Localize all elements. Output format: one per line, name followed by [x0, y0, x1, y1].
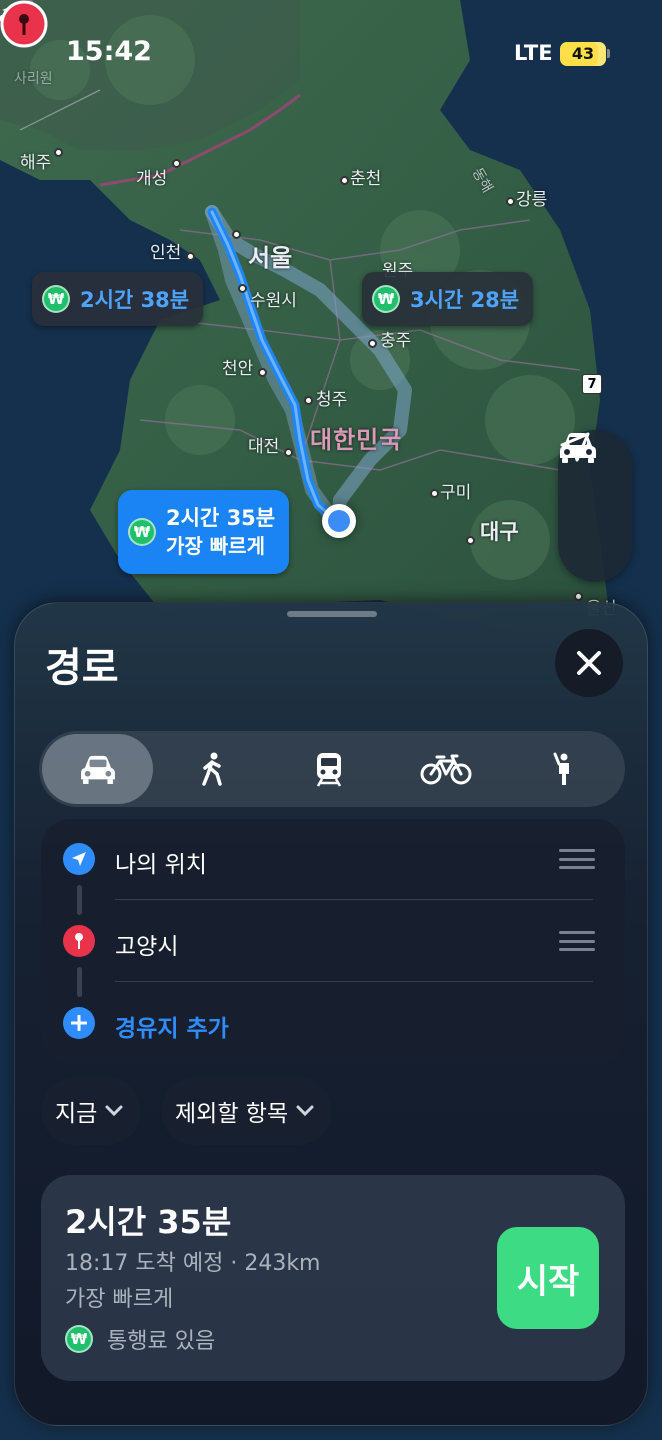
- highway-sign: 7: [582, 374, 602, 394]
- city-label-seoul: 서울: [248, 244, 293, 272]
- current-location-marker: [322, 504, 356, 538]
- toll-label: 통행료 있음: [107, 1329, 216, 1354]
- transport-mode-selector: [39, 731, 625, 807]
- person-hailing-icon: [553, 752, 569, 785]
- close-icon: [577, 651, 601, 675]
- mode-cycle[interactable]: [387, 734, 504, 804]
- waypoint-origin[interactable]: 나의 위치: [41, 819, 625, 899]
- waypoint-list: 나의 위치 고양시 경유지 추가: [41, 819, 625, 1065]
- city-dot: [172, 159, 181, 168]
- city-dot: [430, 489, 439, 498]
- toll-info: ₩ 통행료 있음: [65, 1323, 215, 1355]
- city-label: 대전: [248, 437, 280, 457]
- city-dot: [304, 396, 313, 405]
- pin-icon: [63, 925, 95, 957]
- drag-handle-icon[interactable]: [559, 931, 595, 951]
- toll-won-icon: ₩: [372, 285, 400, 313]
- route-bubble-primary[interactable]: ₩ 2시간 35분 가장 빠르게: [118, 490, 290, 574]
- route-option-card[interactable]: 2시간 35분 18:17 도착 예정 · 243km 가장 빠르게 ₩ 통행료…: [41, 1175, 625, 1381]
- mode-transit[interactable]: [270, 734, 387, 804]
- train-icon: [316, 753, 341, 787]
- city-label: 청주: [316, 390, 348, 410]
- depart-time-button[interactable]: 지금: [41, 1077, 142, 1145]
- route-eta: 18:17 도착 예정 · 243km: [65, 1251, 321, 1276]
- city-dot: [466, 536, 475, 545]
- city-dot: [506, 197, 515, 206]
- route-bubble-alt1[interactable]: ₩ 2시간 38분: [32, 272, 204, 326]
- directions-sheet: 경로 나의 위치 고양시 경유지 추가 지금 제외할 항목 2시간 35분 18…: [14, 602, 648, 1426]
- city-dot: [284, 448, 293, 457]
- depart-label: 지금: [55, 1101, 98, 1127]
- toll-won-icon: ₩: [42, 285, 70, 313]
- mode-drive[interactable]: [42, 734, 153, 804]
- waypoint-label: 고양시: [115, 934, 179, 960]
- avoid-options-button[interactable]: 제외할 항목: [161, 1077, 333, 1145]
- city-dot: [232, 230, 241, 239]
- city-dot: [258, 368, 267, 377]
- route-time: 2시간 38분: [80, 288, 190, 312]
- mode-walk[interactable]: [153, 734, 270, 804]
- car-icon: [80, 755, 115, 785]
- city-label: 해주: [20, 153, 52, 173]
- city-label: 사리원: [14, 71, 53, 87]
- city-dot: [368, 339, 377, 348]
- sheet-title: 경로: [45, 645, 119, 691]
- city-dot: [186, 252, 195, 261]
- waypoint-label: 나의 위치: [115, 852, 207, 878]
- plus-icon: [63, 1007, 95, 1039]
- destination-pin-icon[interactable]: [0, 0, 48, 56]
- route-bubble-alt2[interactable]: ₩ 3시간 28분: [362, 272, 534, 326]
- city-label: 춘천: [350, 169, 382, 189]
- city-label: 개성: [136, 169, 168, 189]
- city-label: 천안: [222, 359, 254, 379]
- city-dot: [574, 592, 583, 601]
- avoid-label: 제외할 항목: [175, 1101, 289, 1127]
- route-time: 3시간 28분: [410, 288, 520, 312]
- city-label: 구미: [440, 483, 472, 503]
- drag-handle-icon[interactable]: [559, 849, 595, 869]
- divider: [115, 981, 593, 982]
- location-arrow-icon: [63, 843, 95, 875]
- city-label: 강릉: [516, 190, 548, 210]
- map-controls: [558, 430, 632, 582]
- route-subtitle: 가장 빠르게: [166, 534, 265, 558]
- sheet-grabber[interactable]: [287, 611, 377, 617]
- bicycle-icon: [420, 754, 471, 785]
- toll-won-icon: ₩: [65, 1325, 93, 1353]
- city-label: 충주: [380, 331, 412, 351]
- route-description: 가장 빠르게: [65, 1287, 174, 1312]
- country-label: 대한민국: [310, 426, 403, 454]
- walking-icon: [201, 752, 222, 786]
- city-label: 수원시: [250, 291, 297, 311]
- add-stop-label: 경유지 추가: [115, 1016, 229, 1042]
- city-dot: [340, 176, 349, 185]
- location-arrow-icon[interactable]: [558, 430, 592, 464]
- status-bar: 15:42 LTE 43: [0, 0, 662, 108]
- battery-nub: [607, 49, 610, 58]
- close-button[interactable]: [555, 629, 623, 697]
- network-type: LTE: [514, 41, 553, 65]
- add-stop-button[interactable]: 경유지 추가: [41, 983, 625, 1063]
- mode-rideshare[interactable]: [504, 734, 621, 804]
- chevron-down-icon: [105, 1105, 123, 1117]
- city-dot: [54, 148, 63, 157]
- chevron-down-icon: [296, 1105, 314, 1117]
- toll-won-icon: ₩: [128, 518, 156, 546]
- route-time: 2시간 35분: [166, 506, 276, 530]
- start-button[interactable]: 시작: [497, 1227, 599, 1329]
- divider: [115, 899, 593, 900]
- status-time: 15:42: [66, 36, 152, 67]
- city-label: 인천: [150, 243, 182, 263]
- waypoint-destination[interactable]: 고양시: [41, 901, 625, 981]
- battery-indicator: 43: [560, 42, 606, 66]
- city-label: 대구: [480, 520, 519, 544]
- city-dot: [238, 284, 247, 293]
- route-duration: 2시간 35분: [65, 1203, 232, 1241]
